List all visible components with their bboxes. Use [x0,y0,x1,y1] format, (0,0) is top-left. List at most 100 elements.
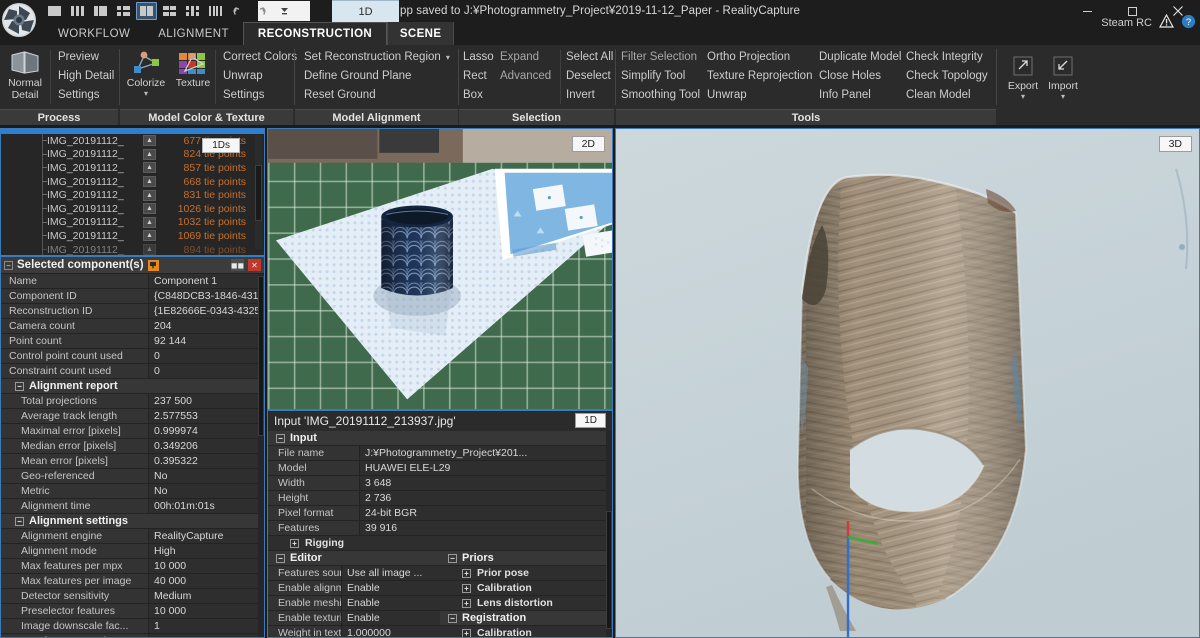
property-value[interactable]: 0 [149,349,264,363]
property-row[interactable]: Max feature reproj...1.000000 [1,634,264,637]
registration-collapse-icon[interactable]: − [448,613,457,623]
ribbon-tab-workflow[interactable]: WORKFLOW [44,22,144,45]
selected-components-body[interactable]: Name Component 1 Component ID {C848DCB3-184… [1,274,264,637]
expand-icon[interactable]: + [462,568,471,578]
image-list-panel[interactable]: IMG_20191112_▲677 tie pointsIMG_20191112… [0,128,265,256]
box-button[interactable]: Box [463,86,498,105]
redo-icon[interactable] [250,2,270,20]
minimize-button[interactable] [1065,0,1110,22]
export-caret-icon[interactable]: ▾ [1021,92,1025,100]
ribbon-tab-bar[interactable]: WORKFLOW ALIGNMENT RECONSTRUCTION SCENE [0,22,1200,45]
input-property-row[interactable]: Enable meshingEnable [268,596,440,611]
view-3d-panel[interactable]: 3D [615,128,1200,638]
property-value[interactable]: High [149,544,264,558]
layout-icon-list-split[interactable] [113,2,134,20]
unwrap-button[interactable]: Unwrap [223,67,301,86]
define-ground-plane-button[interactable]: Define Ground Plane [304,67,454,86]
filter-selection-button[interactable]: Filter Selection [621,48,704,67]
property-row[interactable]: Point count 92 144 [1,334,264,349]
property-row[interactable]: Metric No [1,484,264,499]
property-value[interactable]: 0.395322 [149,454,264,468]
input-property-row[interactable]: Features sourceUse all image ... [268,566,440,581]
property-row[interactable]: Geo-referenced No [1,469,264,484]
pin-icon[interactable] [147,259,159,271]
input-section-header[interactable]: − Input [268,431,612,446]
property-row[interactable]: Preselector features 10 000 [1,604,264,619]
layout-icon-three-column[interactable] [67,2,88,20]
rigging-expand-icon[interactable]: + [290,538,299,548]
image-status-icon[interactable]: ▲ [143,203,156,215]
input-property-value[interactable]: 39 916 [360,521,612,535]
input-property-value[interactable]: HUAWEI ELE-L29 [360,461,612,475]
image-list-item[interactable]: IMG_20191112_ ▲ 668 tie points [1,175,264,189]
property-value[interactable]: No [149,469,264,483]
property-row[interactable]: Alignment mode High [1,544,264,559]
property-value[interactable]: 0 [149,364,264,378]
process-settings-button[interactable]: Settings [58,86,118,105]
ortho-projection-button[interactable]: Ortho Projection [707,48,816,67]
input-property-value[interactable]: Enable [342,611,440,625]
input-properties-panel[interactable]: Input 'IMG_20191112_213937.jpg' 1D − Inp… [267,410,613,638]
property-value[interactable]: 1 [149,619,264,633]
section-collapse-icon[interactable]: − [15,381,24,391]
expand-icon[interactable]: + [462,598,471,608]
check-topology-button[interactable]: Check Topology [906,67,992,86]
input-property-row[interactable]: Pixel format 24-bit BGR [268,506,612,521]
property-row[interactable]: Max features per image 40 000 [1,574,264,589]
selected-components-panel[interactable]: − Selected component(s) ◼◼ ✕ Name Compone… [0,256,265,638]
set-reconstruction-region-button[interactable]: Set Reconstruction Region ▾ [304,48,454,67]
import-button[interactable]: Import ▾ [1040,51,1086,100]
image-list-item[interactable]: IMG_20191112_ ▲ 1032 tie points [1,216,264,230]
input-property-row[interactable]: Enable texturi...Enable [268,611,440,626]
property-value[interactable]: 92 144 [149,334,264,348]
select-all-button[interactable]: Select All [566,48,617,67]
close-holes-button[interactable]: Close Holes [819,67,905,86]
property-row[interactable]: Max features per mpx 10 000 [1,559,264,574]
ribbon-tab-scene[interactable]: SCENE [387,22,455,45]
editor-collapse-icon[interactable]: − [276,553,285,563]
expand-icon[interactable]: + [462,583,471,593]
input-property-value[interactable]: Enable [342,581,440,595]
duplicate-model-button[interactable]: Duplicate Model [819,48,905,67]
ribbon-tab-reconstruction[interactable]: RECONSTRUCTION [242,22,388,45]
layout-icon-quad[interactable] [159,2,180,20]
close-button[interactable] [1155,0,1200,22]
window-controls[interactable] [1065,0,1200,22]
property-row[interactable]: Control point count used 0 [1,349,264,364]
property-value[interactable]: 1.000000 [149,634,264,637]
preview-button[interactable]: Preview [58,48,118,67]
section-collapse-icon[interactable]: − [15,516,24,526]
colorize-caret-icon[interactable]: ▾ [144,89,148,97]
input-property-value[interactable]: 3 648 [360,476,612,490]
input-panel-badge[interactable]: 1D [575,413,606,428]
priors-collapse-icon[interactable]: − [448,553,457,563]
high-detail-button[interactable]: High Detail [58,67,118,86]
property-value[interactable]: 204 [149,319,264,333]
normal-detail-button[interactable]: Normal Detail [2,48,48,101]
input-property-value[interactable]: 24-bit BGR [360,506,612,520]
image-list-item[interactable]: IMG_20191112_ ▲ 857 tie points [1,161,264,175]
property-row[interactable]: Maximal error [pixels] 0.999974 [1,424,264,439]
property-value[interactable]: 40 000 [149,574,264,588]
maximize-button[interactable] [1110,0,1155,22]
property-value[interactable]: {1E82666E-0343-4325-B4... [149,304,264,318]
priors-section-header[interactable]: − Priors [440,551,612,566]
clean-model-button[interactable]: Clean Model [906,86,992,105]
alignment-settings-section[interactable]: − Alignment settings [1,514,264,529]
input-property-row[interactable]: File name J:¥Photogrammetry_Project¥201..… [268,446,612,461]
property-row[interactable]: Camera count 204 [1,319,264,334]
input-section-collapse-icon[interactable]: − [276,433,285,443]
input-property-value[interactable]: 1.000000 [342,626,440,637]
panel-collapse-icon[interactable]: − [4,260,13,270]
layout-icon-four-column[interactable] [205,2,226,20]
image-status-icon[interactable]: ▲ [143,230,156,242]
property-row[interactable]: Median error [pixels] 0.349206 [1,439,264,454]
advanced-button[interactable]: Advanced [500,67,555,86]
input-panel-body[interactable]: − Input File name J:¥Photogrammetry_Proje… [268,431,612,637]
expand-icon[interactable]: + [462,628,471,637]
colorize-button[interactable]: Colorize ▾ [123,48,169,97]
property-value[interactable]: {C848DCB3-1846-4317-9... [149,289,264,303]
property-row[interactable]: Name Component 1 [1,274,264,289]
property-value[interactable]: 237 500 [149,394,264,408]
prior-item[interactable]: + Lens distortion [440,596,612,611]
